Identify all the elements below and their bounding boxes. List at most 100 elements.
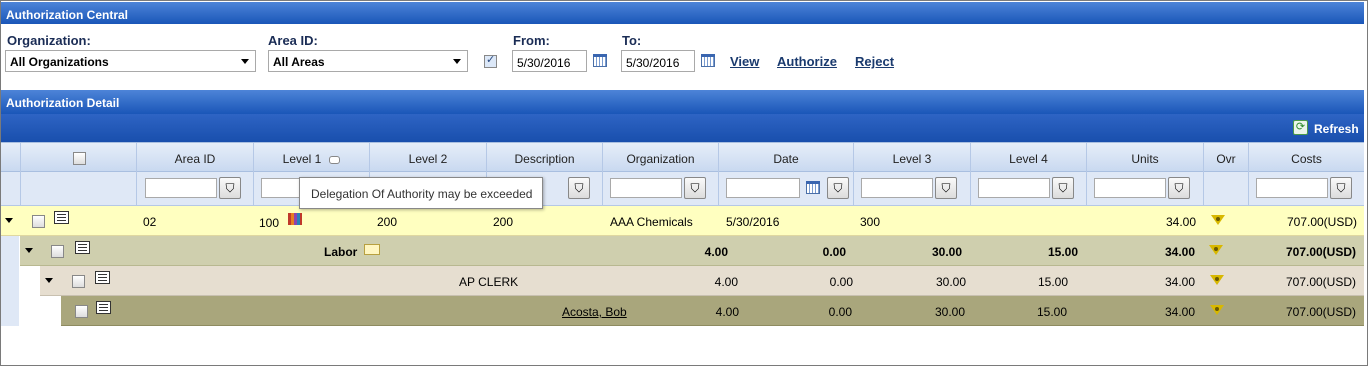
calendar-icon[interactable] (806, 181, 820, 194)
cell-area-id: 02 (143, 215, 157, 229)
detail-title-bar: Authorization Detail (1, 90, 1364, 114)
area-id-label: Area ID: (268, 33, 318, 48)
document-icon[interactable] (75, 241, 90, 254)
expand-toggle-icon[interactable] (25, 248, 33, 253)
row-checkbox[interactable] (51, 245, 64, 258)
cell-label: Labor (324, 245, 358, 259)
from-date-value: 5/30/2016 (517, 56, 571, 70)
row-checkbox[interactable] (72, 275, 85, 288)
document-icon[interactable] (96, 301, 111, 314)
cell-label: AP CLERK (459, 275, 519, 289)
header-area-id[interactable]: Area ID (136, 143, 253, 173)
page-title-bar: Authorization Central (1, 2, 1364, 24)
cell-value2: 0.00 (822, 245, 846, 259)
calendar-icon[interactable] (593, 54, 607, 67)
table-row: 02 100 200 200 AAA Chemicals 5/30/2016 3… (1, 206, 1364, 236)
area-id-select[interactable]: All Areas (268, 50, 468, 72)
filter-cell (20, 172, 136, 206)
cell-value4: 15.00 (1036, 305, 1067, 319)
override-icon[interactable] (1210, 305, 1224, 315)
filter-level4-input[interactable] (978, 178, 1050, 198)
expand-toggle-icon[interactable] (5, 218, 13, 223)
cell-value3: 30.00 (934, 305, 965, 319)
header-level1-label: Level 1 (282, 152, 322, 166)
filter-cell: ⛉ (1086, 172, 1203, 206)
select-all-checkbox[interactable] (73, 152, 86, 165)
from-label: From: (513, 33, 550, 48)
filter-organization-input[interactable] (610, 178, 682, 198)
filter-units-input[interactable] (1094, 178, 1166, 198)
filter-funnel-icon[interactable]: ⛉ (1052, 177, 1074, 199)
filter-level3-input[interactable] (861, 178, 933, 198)
filter-funnel-icon[interactable]: ⛉ (827, 177, 849, 199)
cell-units: 34.00 (1165, 215, 1196, 229)
header-date[interactable]: Date (718, 143, 853, 173)
cell-units: 34.00 (1164, 275, 1195, 289)
header-costs[interactable]: Costs (1248, 143, 1364, 173)
filter-funnel-icon[interactable]: ⛉ (935, 177, 957, 199)
cell-units: 34.00 (1164, 245, 1195, 259)
header-description[interactable]: Description (486, 143, 602, 173)
cell-value1: 4.00 (715, 305, 739, 319)
cell-value2: 0.00 (829, 275, 853, 289)
employee-link[interactable]: Acosta, Bob (562, 296, 627, 325)
expand-toggle-icon[interactable] (45, 278, 53, 283)
document-icon[interactable] (54, 211, 69, 224)
filter-funnel-icon[interactable]: ⛉ (1330, 177, 1352, 199)
filter-funnel-icon[interactable]: ⛉ (684, 177, 706, 199)
filter-funnel-icon[interactable]: ⛉ (219, 177, 241, 199)
tooltip: Delegation Of Authority may be exceeded (299, 177, 543, 209)
organization-select-value: All Organizations (10, 55, 109, 69)
filter-area-id-input[interactable] (145, 178, 217, 198)
header-level2[interactable]: Level 2 (369, 143, 486, 173)
override-icon[interactable] (1209, 245, 1223, 255)
refresh-label: Refresh (1314, 122, 1359, 136)
reject-link[interactable]: Reject (855, 54, 894, 69)
filter-funnel-icon[interactable]: ⛉ (1168, 177, 1190, 199)
calendar-icon[interactable] (701, 54, 715, 67)
cell-level2: 200 (377, 215, 398, 229)
override-icon[interactable] (1211, 215, 1225, 225)
from-date-input[interactable]: 5/30/2016 (512, 50, 587, 72)
area-id-select-value: All Areas (273, 55, 325, 69)
page-title: Authorization Central (6, 8, 128, 22)
header-level3[interactable]: Level 3 (853, 143, 970, 173)
header-units[interactable]: Units (1086, 143, 1203, 173)
header-level1[interactable]: Level 1 (253, 143, 369, 173)
filter-date-input[interactable] (726, 178, 800, 198)
to-date-value: 5/30/2016 (626, 56, 680, 70)
cell-description: 200 (493, 215, 514, 229)
cell-value3: 30.00 (931, 245, 962, 259)
books-icon[interactable] (288, 213, 302, 225)
filter-funnel-icon[interactable]: ⛉ (568, 177, 590, 199)
cell-level1: 100 (259, 216, 280, 230)
authorize-link[interactable]: Authorize (777, 54, 837, 69)
filter-cell: ⛉ (136, 172, 253, 206)
document-icon[interactable] (95, 271, 110, 284)
cell-costs: 707.00(USD) (1285, 305, 1356, 319)
filter-cell: ⛉ (602, 172, 718, 206)
date-filter-checkbox[interactable] (484, 53, 497, 68)
cell-value4: 15.00 (1037, 275, 1068, 289)
organization-select[interactable]: All Organizations (5, 50, 256, 72)
override-icon[interactable] (1210, 275, 1224, 285)
header-organization[interactable]: Organization (602, 143, 718, 173)
to-label: To: (622, 33, 642, 48)
filter-cell: ⛉ (1248, 172, 1364, 206)
header-ovr[interactable]: Ovr (1203, 143, 1248, 173)
filter-cell: ⛉ (853, 172, 970, 206)
cell-value1: 4.00 (704, 245, 728, 259)
row-checkbox[interactable] (75, 305, 88, 318)
grid-toolbar: ⟳ Refresh (1, 114, 1364, 142)
table-row: AP CLERK 4.00 0.00 30.00 15.00 34.00 707… (40, 266, 1364, 296)
grid-filter-row: ⛉ ⛉ ⛉ ⛉ ⛉ ⛉ ⛉ ⛉ (1, 172, 1364, 206)
filter-costs-input[interactable] (1256, 178, 1328, 198)
row-checkbox[interactable] (32, 215, 45, 228)
organization-label: Organization: (7, 33, 91, 48)
cell-value3: 30.00 (935, 275, 966, 289)
envelope-icon[interactable] (364, 244, 380, 255)
cell-date: 5/30/2016 (726, 215, 780, 229)
header-level4[interactable]: Level 4 (970, 143, 1086, 173)
view-link[interactable]: View (730, 54, 759, 69)
to-date-input[interactable]: 5/30/2016 (621, 50, 695, 72)
